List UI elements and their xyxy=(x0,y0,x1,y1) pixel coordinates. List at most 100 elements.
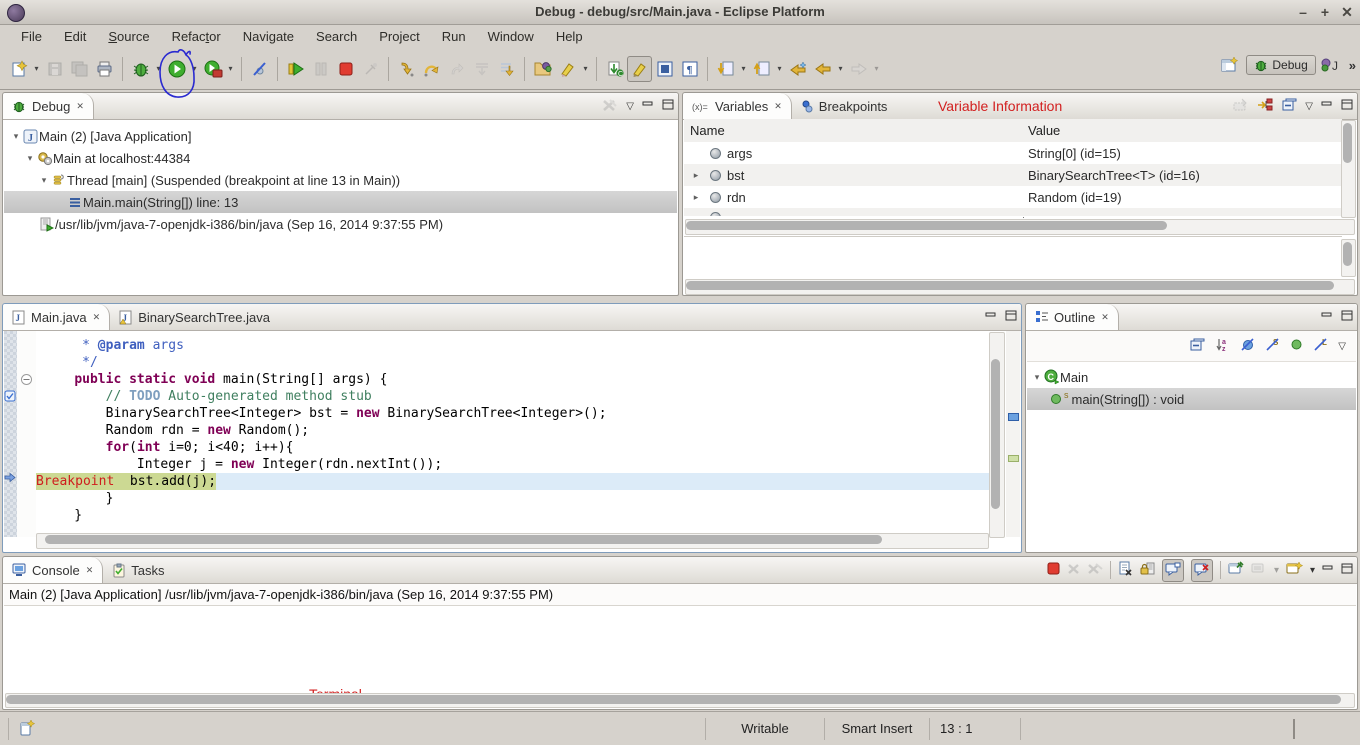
variables-view-minimize-icon[interactable] xyxy=(1321,100,1333,113)
variables-detail-pane[interactable] xyxy=(684,236,1342,278)
expand-icon[interactable]: ▸ xyxy=(690,192,702,203)
variables-table-header[interactable]: Name Value xyxy=(684,119,1342,143)
variable-row-rdn[interactable]: ▸ rdn Random (id=19) xyxy=(684,186,1342,208)
code-line[interactable]: Random rdn = new Random(); xyxy=(43,422,309,439)
variable-row-partial[interactable] xyxy=(684,208,1342,216)
expand-icon[interactable]: ▾ xyxy=(10,131,22,142)
previous-annotation-button[interactable] xyxy=(749,56,774,82)
expand-icon[interactable]: ▾ xyxy=(38,175,50,186)
run-launch-button[interactable] xyxy=(164,56,189,82)
variables-view-maximize-icon[interactable] xyxy=(1341,99,1353,113)
open-task-button[interactable] xyxy=(530,56,555,82)
collapse-all-icon[interactable] xyxy=(1282,98,1297,115)
breakpoints-tab[interactable]: Breakpoints xyxy=(792,93,897,119)
debug-launch-button[interactable] xyxy=(128,56,153,82)
perspective-overflow-chevron[interactable]: » xyxy=(1349,58,1356,73)
open-perspective-button[interactable] xyxy=(1217,52,1242,78)
next-annotation-dropdown[interactable]: ▾ xyxy=(738,64,749,73)
column-header-name[interactable]: Name xyxy=(684,123,725,138)
expand-icon[interactable]: ▾ xyxy=(1031,372,1043,383)
terminate-button[interactable] xyxy=(333,56,358,82)
new-wizard-dropdown[interactable]: ▾ xyxy=(31,64,42,73)
detail-vscrollbar[interactable] xyxy=(1341,239,1356,277)
skip-all-breakpoints-button[interactable] xyxy=(247,56,272,82)
debug-tree-row-launch[interactable]: ▾ J Main (2) [Java Application] xyxy=(4,125,677,147)
outline-row-class[interactable]: ▾ C Main xyxy=(1027,366,1356,388)
sort-icon[interactable]: az xyxy=(1215,337,1230,355)
overview-breakpoint-marker[interactable] xyxy=(1008,413,1019,421)
menu-file[interactable]: File xyxy=(10,29,53,44)
variable-row-bst[interactable]: ▸ bst BinarySearchTree<T> (id=16) xyxy=(684,164,1342,186)
editor-tab-binarysearchtree-java[interactable]: J BinarySearchTree.java xyxy=(110,304,279,330)
variables-vscrollbar[interactable] xyxy=(1341,120,1356,218)
debug-view-tab[interactable]: Debug ✕ xyxy=(3,93,94,119)
perspective-java-button[interactable]: J xyxy=(1320,52,1345,78)
variables-tab[interactable]: (x)= Variables ✕ xyxy=(683,93,792,119)
step-return-button[interactable] xyxy=(444,56,469,82)
external-tools-button[interactable] xyxy=(200,56,225,82)
next-annotation-button[interactable] xyxy=(713,56,738,82)
console-maximize-icon[interactable] xyxy=(1341,563,1353,577)
save-all-button[interactable] xyxy=(67,56,92,82)
debug-launch-dropdown[interactable]: ▾ xyxy=(153,64,164,73)
scroll-lock-icon[interactable] xyxy=(1140,561,1155,579)
console-hscrollbar[interactable] xyxy=(5,693,1355,708)
hide-fields-icon[interactable] xyxy=(1240,337,1255,355)
editor-minimize-icon[interactable] xyxy=(985,311,997,324)
debug-view-maximize-icon[interactable] xyxy=(662,99,674,113)
outline-maximize-icon[interactable] xyxy=(1341,310,1353,324)
code-line[interactable]: for(int i=0; i<40; i++){ xyxy=(43,439,293,456)
new-wizard-button[interactable] xyxy=(6,56,31,82)
show-logical-structure-icon[interactable] xyxy=(1257,98,1274,115)
minimize-button[interactable]: – xyxy=(1292,0,1314,24)
overview-occurrence-marker[interactable] xyxy=(1008,455,1019,462)
menu-edit[interactable]: Edit xyxy=(53,29,97,44)
maximize-button[interactable]: + xyxy=(1314,0,1336,24)
external-tools-dropdown[interactable]: ▾ xyxy=(225,64,236,73)
pin-console-icon[interactable] xyxy=(1228,561,1244,579)
open-console-icon[interactable] xyxy=(1286,561,1303,579)
disconnect-button[interactable] xyxy=(358,56,383,82)
show-stdout-icon[interactable] xyxy=(1162,559,1184,582)
code-line[interactable]: */ xyxy=(43,354,98,371)
step-over-button[interactable] xyxy=(419,56,444,82)
console-minimize-icon[interactable] xyxy=(1322,564,1334,577)
expand-icon[interactable]: ▾ xyxy=(24,153,36,164)
code-line[interactable]: BinarySearchTree<Integer> bst = new Bina… xyxy=(43,405,607,422)
use-step-filters-button[interactable] xyxy=(494,56,519,82)
save-button[interactable] xyxy=(42,56,67,82)
display-selected-console-icon[interactable] xyxy=(1251,562,1267,579)
remove-all-terminated-icon[interactable] xyxy=(602,98,618,115)
show-type-names-icon[interactable] xyxy=(1233,98,1249,115)
last-edit-location-button[interactable] xyxy=(785,56,810,82)
variables-tab-close-icon[interactable]: ✕ xyxy=(773,101,782,112)
outline-tab-close-icon[interactable]: ✕ xyxy=(1100,312,1109,323)
clear-console-icon[interactable] xyxy=(1118,561,1133,579)
run-launch-dropdown[interactable]: ▾ xyxy=(189,64,200,73)
console-output-area[interactable]: Terminal xyxy=(4,606,1356,694)
debug-tree-row-thread[interactable]: ▾ Thread [main] (Suspended (breakpoint a… xyxy=(4,169,677,191)
outline-row-main-method[interactable]: s main(String[]) : void xyxy=(1027,388,1356,410)
task-marker-icon[interactable] xyxy=(4,390,16,405)
debug-view-menu-icon[interactable]: ▽ xyxy=(626,101,634,112)
code-line[interactable]: } xyxy=(43,507,82,524)
menu-run[interactable]: Run xyxy=(431,29,477,44)
code-line[interactable]: public static void main(String[] args) { xyxy=(43,371,387,388)
editor-maximize-icon[interactable] xyxy=(1005,310,1017,324)
code-line[interactable]: * @param args xyxy=(43,337,184,354)
highlighter-button[interactable] xyxy=(627,56,652,82)
editor-tab-close-icon[interactable]: ✕ xyxy=(92,312,101,323)
hide-local-types-icon[interactable]: L xyxy=(1313,337,1328,355)
variables-hscrollbar[interactable] xyxy=(685,219,1355,235)
remove-all-launches-icon[interactable] xyxy=(1087,563,1103,578)
next-change-button[interactable]: C xyxy=(602,56,627,82)
back-button[interactable] xyxy=(810,56,835,82)
mark-occurrences-dropdown[interactable]: ▾ xyxy=(580,64,591,73)
column-header-value[interactable]: Value xyxy=(1028,123,1060,138)
annotation-ruler[interactable] xyxy=(4,331,17,537)
fast-view-icon[interactable] xyxy=(19,719,37,739)
resume-button[interactable] xyxy=(283,56,308,82)
outline-tab[interactable]: Outline ✕ xyxy=(1026,304,1119,330)
overview-ruler[interactable] xyxy=(1006,331,1020,537)
variables-view-menu-icon[interactable]: ▽ xyxy=(1305,101,1313,112)
